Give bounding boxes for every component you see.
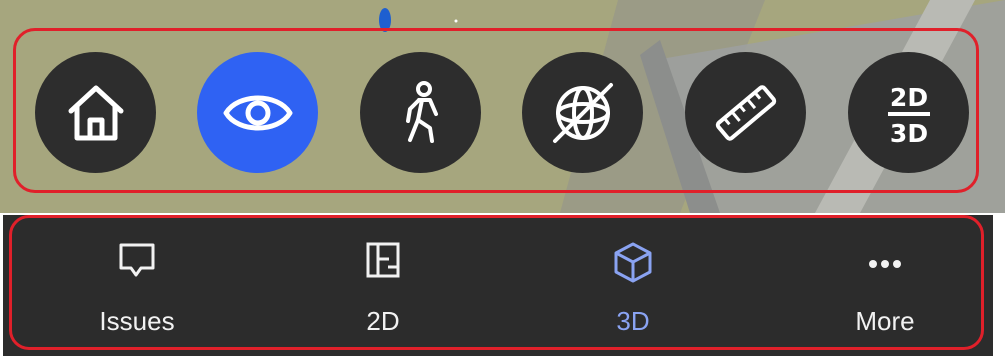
orbit-button[interactable]: [522, 52, 643, 173]
2d-3d-toggle-button[interactable]: 2D 3D: [848, 52, 969, 173]
eye-icon: [223, 95, 292, 130]
ruler-icon: [715, 84, 776, 141]
toggle-bottom-label: 3D: [889, 119, 927, 148]
2d-3d-toggle-icon: 2D 3D: [887, 83, 930, 148]
home-button[interactable]: [35, 52, 156, 173]
walk-button[interactable]: [360, 52, 481, 173]
orbit-icon: [552, 82, 613, 143]
home-icon: [68, 85, 123, 140]
measure-button[interactable]: [685, 52, 806, 173]
walking-person-icon: [405, 80, 438, 143]
look-button[interactable]: [197, 52, 318, 173]
navigation-highlight: [9, 215, 984, 350]
toolbar-highlight: [13, 28, 979, 193]
toggle-top-label: 2D: [889, 83, 927, 112]
